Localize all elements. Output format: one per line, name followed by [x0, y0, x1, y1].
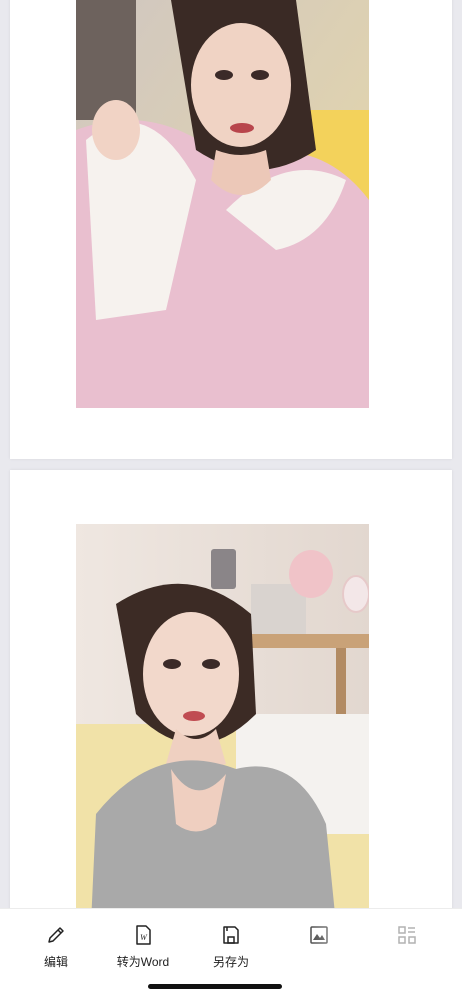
more-button[interactable]: [371, 923, 443, 973]
save-disk-icon: [223, 926, 239, 944]
document-page-1: [10, 0, 452, 459]
selfie-gray-top-photo: [76, 524, 369, 908]
selfie-pink-robe-photo: [76, 0, 369, 408]
grid-menu-icon: [398, 926, 416, 944]
document-viewer[interactable]: [0, 0, 462, 908]
convert-to-word-button[interactable]: W 转为Word: [107, 923, 179, 973]
image-button[interactable]: [283, 923, 355, 973]
svg-text:W: W: [140, 933, 148, 942]
word-document-icon: W: [136, 925, 151, 945]
save-as-label: 另存为: [212, 955, 249, 969]
save-as-button[interactable]: 另存为: [195, 923, 267, 973]
convert-to-word-label: 转为Word: [116, 955, 170, 969]
document-page-2: [10, 470, 452, 908]
pencil-icon: [48, 927, 64, 943]
home-indicator[interactable]: [148, 984, 282, 989]
edit-button[interactable]: 编辑: [20, 923, 92, 973]
edit-label: 编辑: [43, 955, 68, 969]
image-icon: [310, 926, 328, 944]
